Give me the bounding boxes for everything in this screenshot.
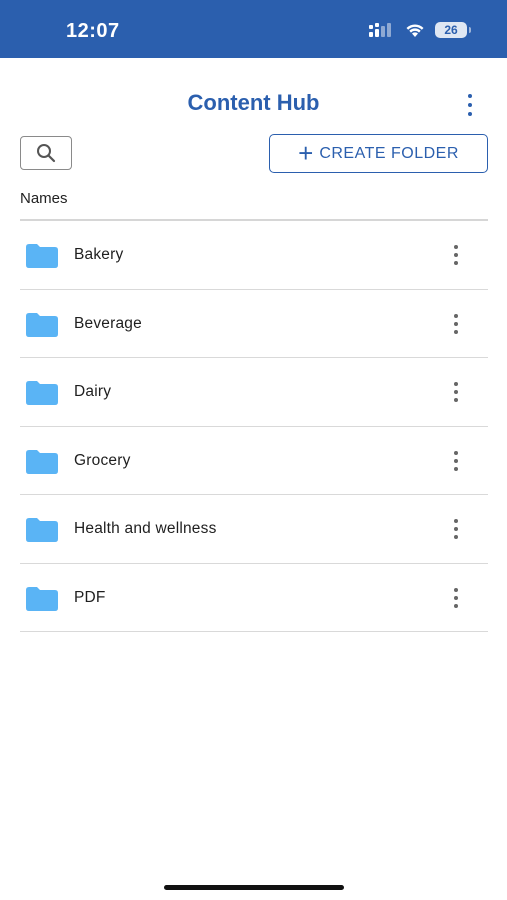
search-button[interactable] [20,136,72,170]
folder-row[interactable]: Dairy [20,358,488,427]
folder-name: Beverage [74,314,142,332]
folder-icon [26,381,58,405]
folder-name: Bakery [74,246,124,263]
folder-row[interactable]: Beverage [20,290,488,358]
more-vertical-icon[interactable] [450,519,462,539]
more-vertical-icon[interactable] [450,450,462,471]
folder-icon [26,586,58,611]
search-icon [37,144,56,163]
more-vertical-icon[interactable] [450,382,462,402]
create-folder-button[interactable]: + CREATE FOLDER [269,134,488,173]
folder-name: PDF [74,588,106,606]
app-screen: 12:07 26 Content Hub + CREATE FOLDER Nam… [0,0,507,900]
plus-icon: + [298,137,314,168]
battery-indicator: 26 [435,22,471,38]
folder-icon [26,518,58,542]
folder-icon [26,244,58,268]
folder-list: Bakery Beverage Dairy Grocery Health and… [20,221,488,632]
status-time: 12:07 [66,20,120,42]
status-icons: 26 [369,22,471,38]
more-vertical-icon[interactable] [450,313,462,334]
folder-name: Health and wellness [74,520,217,537]
cellular-signal-icon [369,23,391,37]
status-bar: 12:07 26 [0,0,507,58]
folder-row[interactable]: Health and wellness [20,495,488,564]
create-folder-label: CREATE FOLDER [319,144,459,162]
folder-icon [26,449,58,474]
more-vertical-icon[interactable] [450,245,462,265]
more-vertical-icon[interactable] [460,94,480,116]
more-vertical-icon[interactable] [450,587,462,608]
home-indicator[interactable] [164,885,344,890]
folder-name: Grocery [74,451,131,469]
folder-name: Dairy [74,383,112,400]
page-title: Content Hub [187,90,320,115]
folder-row[interactable]: Bakery [20,221,488,290]
folder-row[interactable]: PDF [20,564,488,632]
names-column-header[interactable]: Names [20,190,68,207]
folder-row[interactable]: Grocery [20,427,488,495]
wifi-icon [406,24,424,37]
folder-icon [26,312,58,337]
